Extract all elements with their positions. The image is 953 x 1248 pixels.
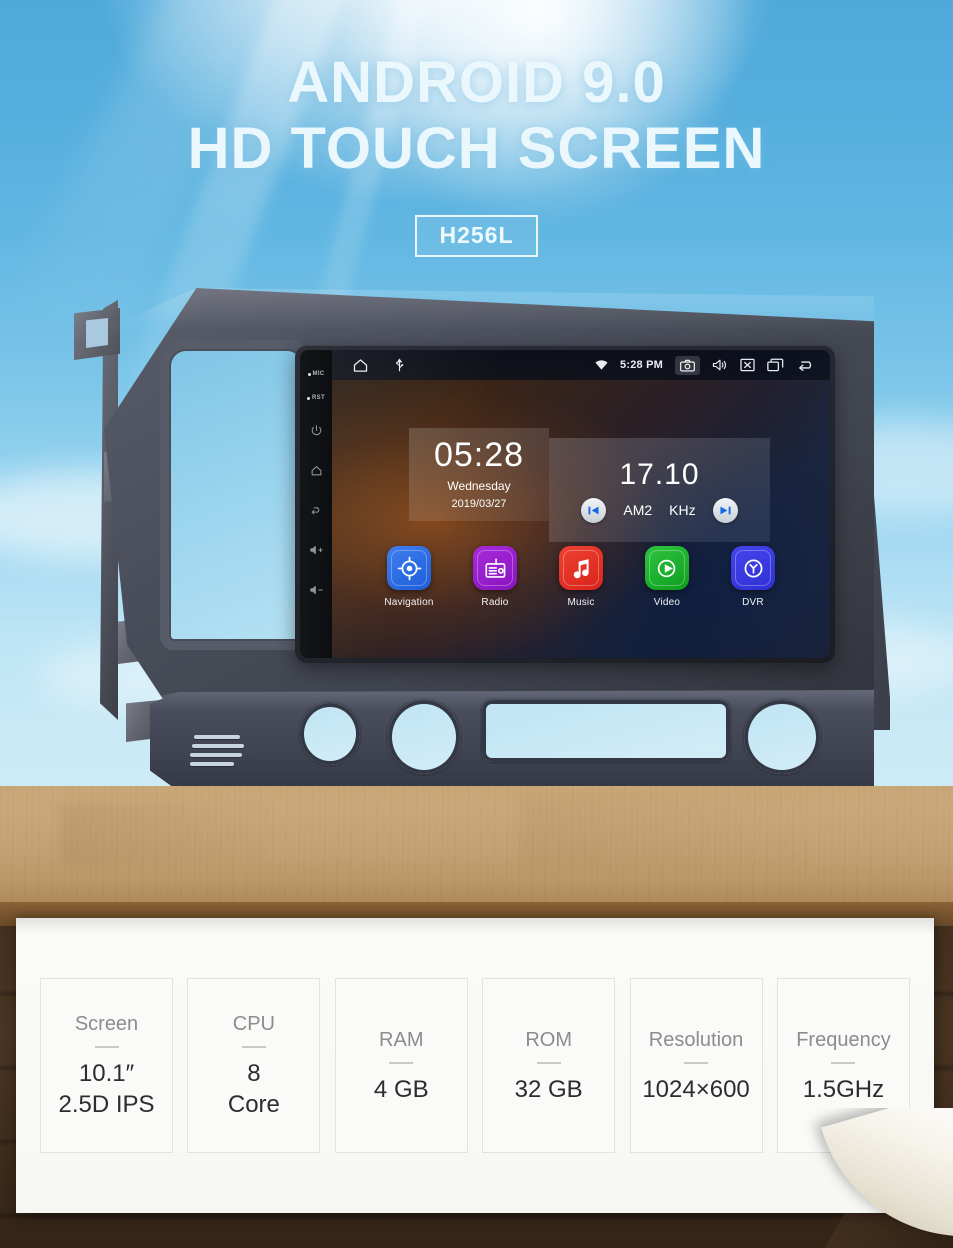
app-music[interactable]: Music (554, 546, 608, 608)
app-label: Video (653, 597, 681, 608)
dashboard-round-cutout (300, 703, 360, 765)
usb-icon[interactable] (393, 358, 406, 373)
dashboard-cutout-window (160, 340, 310, 650)
back-icon[interactable] (300, 490, 332, 530)
wifi-icon (595, 359, 608, 371)
spec-card-ram: RAM 4 GB (334, 978, 468, 1153)
headline-line-2: HD TOUCH SCREEN (187, 116, 766, 181)
reset-led-label: RST (307, 386, 325, 410)
spec-divider (389, 1061, 414, 1064)
app-navigation[interactable]: Navigation (382, 546, 436, 608)
side-button-strip: MIC RST (300, 350, 332, 658)
volume-down-icon[interactable] (300, 570, 332, 610)
clock-time: 05:28 (433, 436, 525, 474)
home-icon[interactable] (352, 357, 369, 374)
spec-card-frequency: Frequency 1.5GHz (776, 978, 910, 1153)
radio-frequency: 17.10 (619, 457, 700, 491)
volume-up-icon[interactable] (300, 530, 332, 570)
back-icon[interactable] (796, 358, 816, 372)
spec-label: Frequency (796, 1028, 891, 1051)
status-clock: 5:28 PM (620, 359, 663, 371)
spec-label: Screen (74, 1013, 139, 1035)
hero-headline: ANDROID 9.0 HD TOUCH SCREEN (0, 50, 953, 182)
sheet-top-shadow (16, 918, 934, 934)
spec-divider (241, 1046, 266, 1048)
radio-widget[interactable]: 17.10 AM2 KHz (549, 438, 770, 542)
camera-icon[interactable] (675, 355, 700, 375)
app-label: Radio (481, 597, 509, 608)
spec-card-list: Screen 10.1″ 2.5D IPS CPU 8 Core RAM 4 GB … (40, 978, 910, 1153)
next-station-button[interactable] (712, 497, 738, 523)
spec-card-cpu: CPU 8 Core (187, 978, 321, 1153)
spec-label: CPU (232, 1013, 275, 1035)
spec-divider (94, 1046, 119, 1048)
wood-grain (520, 796, 900, 868)
spec-divider (831, 1061, 856, 1064)
android-status-bar: 5:28 PM (332, 350, 830, 380)
spec-label: RAM (379, 1028, 424, 1051)
dvr-gauge-icon (731, 546, 775, 590)
android-home-screen[interactable]: 5:28 PM 05:28 Wednesday 2019/03/27 17.10… (332, 350, 830, 658)
mic-label: MIC (312, 371, 325, 377)
mount-clip-hole (86, 318, 108, 348)
spec-value: 1.5GHz (802, 1075, 885, 1103)
spec-value: 8 Core (227, 1060, 280, 1118)
clock-day-of-week: Wednesday (447, 479, 511, 493)
spec-card-screen: Screen 10.1″ 2.5D IPS (40, 978, 173, 1153)
music-note-icon (559, 546, 603, 590)
spec-label: ROM (525, 1028, 572, 1051)
dashboard-vent-slats (190, 735, 246, 767)
wood-table-top (0, 786, 953, 916)
rst-label: RST (312, 395, 325, 401)
video-play-icon (645, 546, 689, 590)
head-unit-screen-shell: MIC RST 5:28 PM 05:28 Wednesday 2019/03/… (295, 345, 835, 663)
clock-date: 2019/03/27 (451, 498, 507, 510)
spec-label: Resolution (648, 1028, 744, 1051)
model-badge-text: H256L (415, 215, 538, 257)
dashboard-round-cutout (744, 700, 820, 774)
power-icon[interactable] (300, 410, 332, 450)
app-radio[interactable]: Radio (468, 546, 522, 608)
spec-value: 10.1″ 2.5D IPS (58, 1060, 155, 1118)
app-label: Music (567, 597, 595, 608)
spec-card-resolution: Resolution 1024×600 (629, 978, 763, 1153)
dashboard-round-cutout (388, 700, 460, 774)
app-icon-row: Navigation Radio Music Video DVR (332, 546, 830, 608)
navigation-target-icon (387, 546, 431, 590)
close-icon[interactable] (740, 358, 755, 372)
spec-value: 32 GB (514, 1075, 583, 1103)
app-label: DVR (742, 597, 764, 608)
mic-led-label: MIC (307, 362, 325, 386)
spec-sheet-panel: Screen 10.1″ 2.5D IPS CPU 8 Core RAM 4 GB … (16, 918, 934, 1213)
clock-widget[interactable]: 05:28 Wednesday 2019/03/27 (409, 428, 549, 521)
radio-receiver-icon (473, 546, 517, 590)
spec-card-rom: ROM 32 GB (482, 978, 616, 1153)
wood-grain (60, 804, 360, 864)
volume-icon[interactable] (712, 358, 728, 372)
headline-line-1: ANDROID 9.0 (287, 50, 666, 115)
app-dvr[interactable]: DVR (726, 546, 780, 608)
recents-icon[interactable] (767, 358, 784, 372)
prev-station-button[interactable] (581, 497, 607, 523)
radio-unit: KHz (669, 502, 696, 518)
dashboard-bezel-highlight (104, 288, 874, 330)
app-video[interactable]: Video (640, 546, 694, 608)
spec-divider (536, 1061, 561, 1064)
spec-value: 4 GB (373, 1075, 429, 1103)
radio-band: AM2 (623, 502, 653, 518)
model-badge: H256L (0, 215, 953, 257)
app-label: Navigation (384, 597, 434, 608)
spec-divider (684, 1061, 709, 1064)
home-icon[interactable] (300, 450, 332, 490)
spec-value: 1024×600 (642, 1075, 750, 1103)
dashboard-rect-cutout (482, 700, 730, 762)
